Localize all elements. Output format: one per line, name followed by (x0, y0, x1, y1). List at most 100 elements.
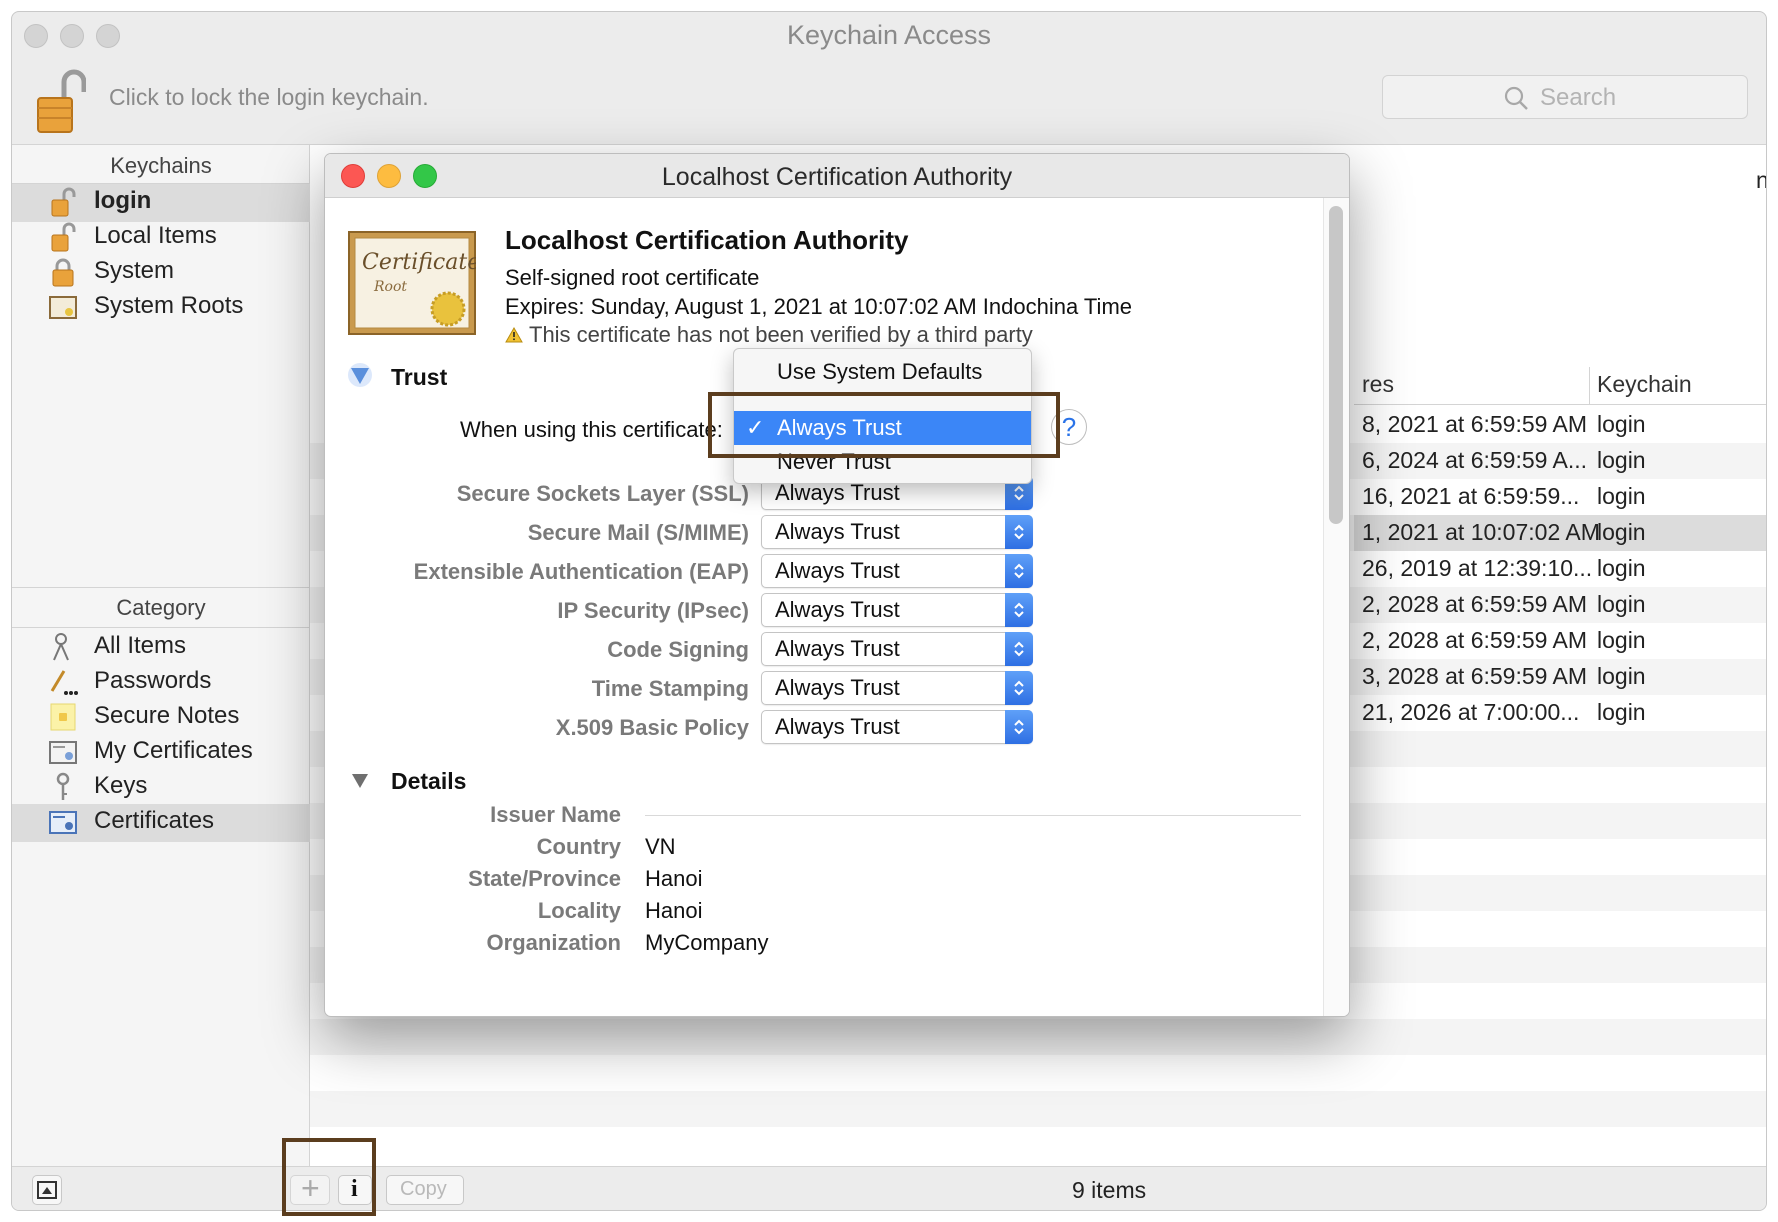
popup-value: Always Trust (775, 636, 900, 661)
expires-cell: 21, 2026 at 7:00:00... (1362, 699, 1580, 725)
keychain-cell: login (1597, 411, 1646, 437)
expires-cell: 3, 2028 at 6:59:59 AM (1362, 663, 1588, 689)
category-header: Category (116, 595, 206, 620)
sidebar-item-label: login (94, 187, 152, 214)
trust-label-ssl: Secure Sockets Layer (SSL) (456, 481, 749, 506)
column-header-keychain[interactable]: Keychain (1597, 371, 1692, 398)
table-row[interactable]: 16, 2021 at 6:59:59... login (1354, 479, 1766, 515)
sidebar-item-keys[interactable]: Keys (12, 769, 310, 807)
truncated-column-header: n (1756, 167, 1766, 194)
certificate-dialog: Localhost Certification Authority Certif… (324, 153, 1350, 1017)
unlocked-padlock-icon[interactable] (36, 66, 86, 136)
table-row[interactable]: 2, 2028 at 6:59:59 AM login (1354, 623, 1766, 659)
trust-popup-ipsec[interactable]: Always Trust (761, 593, 1033, 627)
certificate-icon (49, 296, 77, 319)
certificate-icon (49, 811, 77, 834)
popup-value: Always Trust (775, 558, 900, 583)
detail-label-organization: Organization (486, 930, 621, 955)
sidebar-item-label: Secure Notes (94, 702, 240, 729)
expires-cell: 1, 2021 at 10:07:02 AM (1362, 519, 1600, 545)
keychain-cell: login (1597, 519, 1646, 545)
table-row[interactable]: 2, 2028 at 6:59:59 AM login (1354, 587, 1766, 623)
sidebar-item-label: Keys (94, 772, 148, 799)
trust-label-x509: X.509 Basic Policy (555, 715, 749, 740)
detail-label-state: State/Province (468, 866, 621, 891)
certificate-expiry: Expires: Sunday, August 1, 2021 at 10:07… (505, 294, 1132, 319)
keychains-header: Keychains (110, 153, 212, 178)
keychain-cell: login (1597, 591, 1646, 617)
sidebar-item-certificates[interactable]: Certificates (12, 804, 310, 842)
search-field[interactable]: Search (1382, 75, 1748, 119)
trust-label-code-signing: Code Signing (607, 637, 749, 662)
warning-text: This certificate has not been verified b… (529, 322, 1033, 347)
table-row[interactable]: 1, 2021 at 10:07:02 AM login (1354, 515, 1766, 551)
sidebar-item-passwords[interactable]: Passwords (12, 664, 310, 702)
scrollbar-thumb[interactable] (1329, 206, 1343, 524)
sidebar-item-secure-notes[interactable]: Secure Notes (12, 699, 310, 737)
keychain-cell: login (1597, 483, 1646, 509)
trust-label-eap: Extensible Authentication (EAP) (413, 559, 749, 584)
sidebar-item-local-items[interactable]: Local Items (12, 219, 310, 257)
table-row[interactable]: 6, 2024 at 6:59:59 A... login (1354, 443, 1766, 479)
trust-popup-time-stamping[interactable]: Always Trust (761, 671, 1033, 705)
certificate-image: Certificate Root (348, 231, 476, 335)
certificate-name: Localhost Certification Authority (505, 225, 909, 255)
trust-label-ipsec: IP Security (IPsec) (557, 598, 749, 623)
search-icon (1504, 86, 1528, 110)
trust-popup-smime[interactable]: Always Trust (761, 515, 1033, 549)
lock-keychain-hint[interactable]: Click to lock the login keychain. (109, 84, 429, 111)
column-header-expires[interactable]: res (1362, 371, 1394, 398)
popup-value: Always Trust (775, 519, 900, 544)
expires-cell: 8, 2021 at 6:59:59 AM (1362, 411, 1588, 437)
detail-label-locality: Locality (537, 898, 621, 923)
when-using-label: When using this certificate: (460, 417, 723, 442)
table-row[interactable]: 8, 2021 at 6:59:59 AM login (1354, 407, 1766, 443)
list-header: res Keychain (1354, 367, 1766, 405)
popup-arrows-icon (1005, 710, 1033, 744)
detail-value-locality: Hanoi (645, 898, 703, 923)
menu-item-use-system-defaults[interactable]: Use System Defaults (734, 355, 1031, 389)
expires-cell: 16, 2021 at 6:59:59... (1362, 483, 1580, 509)
key-icon (56, 772, 70, 800)
padlock-icon (52, 258, 74, 287)
sidebar-item-system-roots[interactable]: System Roots (12, 289, 310, 327)
sidebar-item-login[interactable]: login (12, 184, 310, 222)
my-certificate-icon (49, 741, 77, 764)
bottom-toolbar: + i Copy 9 items (12, 1166, 1766, 1210)
details-disclosure-triangle-icon[interactable] (347, 767, 373, 793)
copy-button[interactable]: Copy (386, 1175, 464, 1205)
popup-value: Always Trust (775, 675, 900, 700)
keychain-cell: login (1597, 447, 1646, 473)
trust-popup-code-signing[interactable]: Always Trust (761, 632, 1033, 666)
window-title: Keychain Access (786, 20, 992, 50)
dialog-titlebar: Localhost Certification Authority (325, 154, 1349, 198)
toggle-sidebar-button[interactable] (32, 1175, 62, 1205)
sidebar-item-label: All Items (94, 632, 187, 659)
trust-label-smime: Secure Mail (S/MIME) (527, 520, 749, 545)
sidebar-item-my-certificates[interactable]: My Certificates (12, 734, 310, 772)
trust-popup-x509[interactable]: Always Trust (761, 710, 1033, 744)
sidebar-item-system[interactable]: System (12, 254, 310, 292)
popup-arrows-icon (1005, 515, 1033, 549)
highlight-box-add-button (282, 1138, 376, 1216)
sidebar: Keychains login Local Items System Syste… (12, 144, 310, 1166)
keychain-cell: login (1597, 627, 1646, 653)
trust-section-title: Trust (391, 364, 448, 390)
sidebar-item-label: Local Items (94, 222, 217, 249)
open-padlock-icon (51, 187, 76, 217)
scroll-track[interactable] (1323, 198, 1349, 1016)
search-placeholder: Search (1540, 84, 1617, 111)
popup-arrows-icon (1005, 632, 1033, 666)
table-row[interactable]: 26, 2019 at 12:39:10... login (1354, 551, 1766, 587)
table-row[interactable]: 21, 2026 at 7:00:00... login (1354, 695, 1766, 731)
expires-cell: 26, 2019 at 12:39:10... (1362, 555, 1593, 581)
detail-value-organization: MyCompany (645, 930, 769, 955)
keychain-cell: login (1597, 699, 1646, 725)
popup-value: Always Trust (775, 597, 900, 622)
expires-cell: 2, 2028 at 6:59:59 AM (1362, 627, 1588, 653)
details-section-title: Details (391, 768, 467, 794)
sidebar-item-all-items[interactable]: All Items (12, 629, 310, 667)
table-row[interactable]: 3, 2028 at 6:59:59 AM login (1354, 659, 1766, 695)
trust-popup-eap[interactable]: Always Trust (761, 554, 1033, 588)
trust-disclosure-triangle-icon[interactable] (347, 362, 373, 388)
